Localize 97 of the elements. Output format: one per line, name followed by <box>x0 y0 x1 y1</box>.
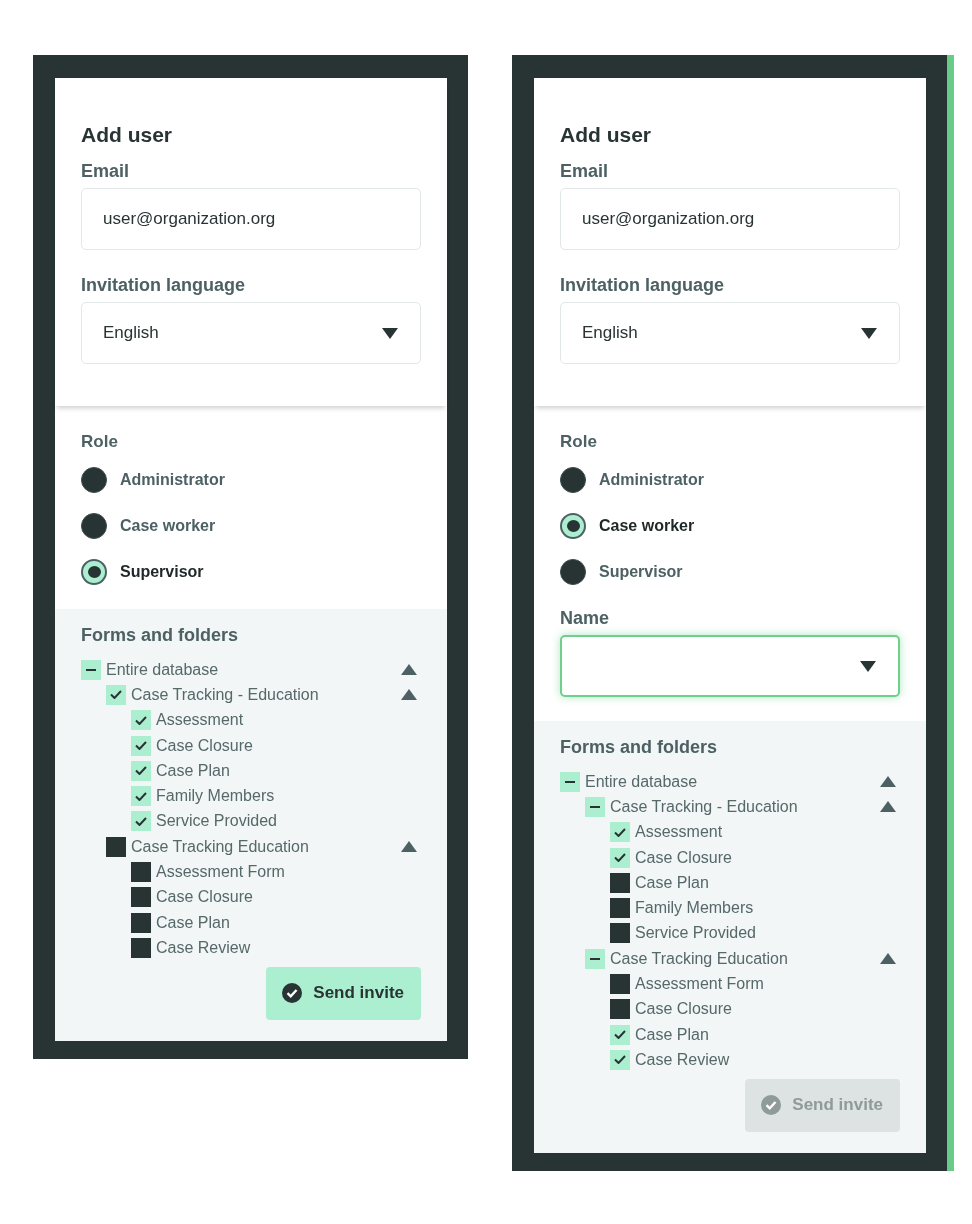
tree-item-label[interactable]: Case Tracking Education <box>131 837 309 856</box>
check-icon <box>135 741 147 751</box>
caret-down-icon <box>861 327 877 339</box>
tree-item-label[interactable]: Case Plan <box>156 761 230 780</box>
check-icon <box>110 690 122 700</box>
check-circle-icon <box>282 983 303 1004</box>
tree-item-label[interactable]: Assessment <box>635 823 723 842</box>
checkbox[interactable] <box>610 1049 630 1070</box>
radio-label[interactable]: Case worker <box>120 517 216 535</box>
tree-item-label[interactable]: Case Closure <box>156 888 253 907</box>
checkbox[interactable] <box>610 1024 630 1045</box>
tree-item-label[interactable]: Case Plan <box>635 873 709 892</box>
checkbox[interactable] <box>131 912 151 933</box>
check-icon <box>135 816 147 826</box>
email-field[interactable]: user@organization.org <box>81 188 421 250</box>
section-label: Role <box>81 431 119 453</box>
dialog-title: Add user <box>560 122 652 148</box>
caret-up-icon[interactable] <box>401 841 417 853</box>
dialog-title: Add user <box>81 122 173 148</box>
field-label: Email <box>560 160 610 182</box>
checkbox[interactable] <box>131 887 151 908</box>
section-heading: Forms and folders <box>560 736 719 758</box>
caret-up-icon[interactable] <box>880 776 896 788</box>
checkbox[interactable] <box>610 999 630 1020</box>
send-invite-button[interactable]: Send invite <box>266 966 421 1020</box>
radio-label[interactable]: Supervisor <box>599 563 683 581</box>
language-select[interactable]: English <box>560 302 900 364</box>
caret-down-icon <box>860 660 876 672</box>
tree-item-label[interactable]: Service Provided <box>635 924 756 943</box>
field-label: Invitation language <box>81 274 246 296</box>
radio-button[interactable] <box>560 559 586 585</box>
caret-down-icon <box>382 327 398 339</box>
tree-item-label[interactable]: Family Members <box>156 787 275 806</box>
tree-item-label[interactable]: Case Plan <box>635 1025 709 1044</box>
checkbox[interactable] <box>106 684 126 705</box>
check-icon <box>614 853 626 863</box>
caret-up-icon[interactable] <box>880 953 896 965</box>
tree-item-label[interactable]: Entire database <box>106 660 219 679</box>
checkbox[interactable] <box>131 786 151 807</box>
check-icon <box>614 827 626 837</box>
check-icon <box>135 791 147 801</box>
checkbox[interactable] <box>610 822 630 843</box>
radio-label[interactable]: Supervisor <box>120 563 204 581</box>
tree-item-label[interactable]: Case Closure <box>635 1000 732 1019</box>
checkbox[interactable] <box>131 811 151 832</box>
checkbox[interactable] <box>585 948 605 969</box>
caret-up-icon[interactable] <box>880 801 896 813</box>
check-icon <box>614 1055 626 1065</box>
radio-label[interactable]: Case worker <box>599 517 695 535</box>
checkbox[interactable] <box>560 771 580 792</box>
field-label: Email <box>81 160 131 182</box>
checkbox[interactable] <box>610 898 630 919</box>
checkbox[interactable] <box>610 923 630 944</box>
checkbox[interactable] <box>585 796 605 817</box>
checkbox[interactable] <box>131 862 151 882</box>
tree-item-label[interactable]: Case Tracking Education <box>610 949 788 968</box>
radio-label[interactable]: Administrator <box>599 471 704 489</box>
radio-label[interactable]: Administrator <box>120 471 225 489</box>
tree-item-label[interactable]: Case Tracking - Education <box>610 797 798 816</box>
tree-item-label[interactable]: Family Members <box>635 899 754 918</box>
check-icon <box>135 715 147 725</box>
checkbox[interactable] <box>131 710 151 731</box>
check-circle-icon <box>761 1095 782 1116</box>
tree-item-label[interactable]: Case Plan <box>156 913 230 932</box>
tree-item-label[interactable]: Entire database <box>585 772 698 791</box>
language-select[interactable]: English <box>81 302 421 364</box>
field-label: Invitation language <box>560 274 725 296</box>
radio-button[interactable] <box>81 559 107 585</box>
tree-item-label[interactable]: Assessment Form <box>156 863 285 881</box>
checkbox[interactable] <box>106 836 126 857</box>
checkbox[interactable] <box>610 872 630 893</box>
radio-button[interactable] <box>81 467 107 493</box>
checkbox[interactable] <box>131 735 151 756</box>
radio-button[interactable] <box>81 513 107 539</box>
section-heading: Forms and folders <box>81 624 240 646</box>
email-field[interactable]: user@organization.org <box>560 188 900 250</box>
checkbox[interactable] <box>610 974 630 994</box>
caret-up-icon[interactable] <box>401 664 417 676</box>
tree-item-label[interactable]: Case Review <box>635 1050 730 1069</box>
tree-item-label[interactable]: Case Closure <box>635 848 732 867</box>
checkbox[interactable] <box>610 847 630 868</box>
radio-button[interactable] <box>560 513 586 539</box>
checkbox[interactable] <box>131 760 151 781</box>
tree-item-label[interactable]: Case Tracking - Education <box>131 685 319 704</box>
section-label: Role <box>560 431 598 453</box>
check-icon <box>614 1030 626 1040</box>
tree-item-label[interactable]: Case Closure <box>156 736 253 755</box>
check-icon <box>135 766 147 776</box>
tree-item-label[interactable]: Service Provided <box>156 812 277 831</box>
tree-item-label[interactable]: Case Review <box>156 938 251 957</box>
field-label: Name <box>560 607 611 629</box>
tree-item-label[interactable]: Assessment Form <box>635 975 764 993</box>
tree-item-label[interactable]: Assessment <box>156 711 244 730</box>
radio-button[interactable] <box>560 467 586 493</box>
caret-up-icon[interactable] <box>401 689 417 701</box>
checkbox[interactable] <box>131 937 151 958</box>
checkbox[interactable] <box>81 659 101 680</box>
